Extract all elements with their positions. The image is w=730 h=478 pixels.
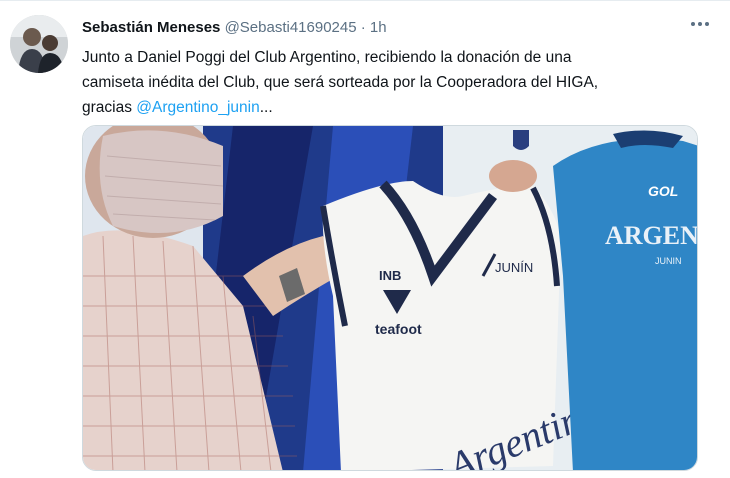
display-name[interactable]: Sebastián Meneses [82,19,220,36]
shirt-subtext: JUNIN [655,256,682,266]
jersey-sponsor: JUNÍN [495,260,533,275]
tweet-text-line: gracias @Argentino_junin... [82,95,702,120]
separator-dot: · [360,19,366,36]
tweet-text-prefix: gracias [82,99,137,116]
tweet-card[interactable]: Sebastián Meneses @Sebasti41690245 · 1h … [0,0,730,478]
ellipsis: ... [259,99,273,116]
more-horizontal-icon[interactable] [688,15,712,33]
tweet-text: Junto a Daniel Poggi del Club Argentino,… [82,45,702,120]
mention-link[interactable]: @Argentino_junin [136,99,259,116]
user-handle[interactable]: @Sebasti41690245 [225,19,357,36]
shirt-text: ARGEN [605,221,698,250]
tweet-photo[interactable]: INB teafoot JUNÍN Argentino GOL ARGEN JU… [82,125,698,471]
jersey-brand-top: INB [379,268,401,283]
timestamp[interactable]: 1h [370,19,387,36]
jersey-brand: teafoot [375,321,422,337]
tweet-text-line: camiseta inédita del Club, que será sort… [82,74,599,91]
avatar[interactable] [10,15,68,73]
shirt-brand: GOL [648,183,678,199]
tweet-text-line: Junto a Daniel Poggi del Club Argentino,… [82,49,572,66]
tweet-header: Sebastián Meneses @Sebasti41690245 · 1h [82,19,710,41]
